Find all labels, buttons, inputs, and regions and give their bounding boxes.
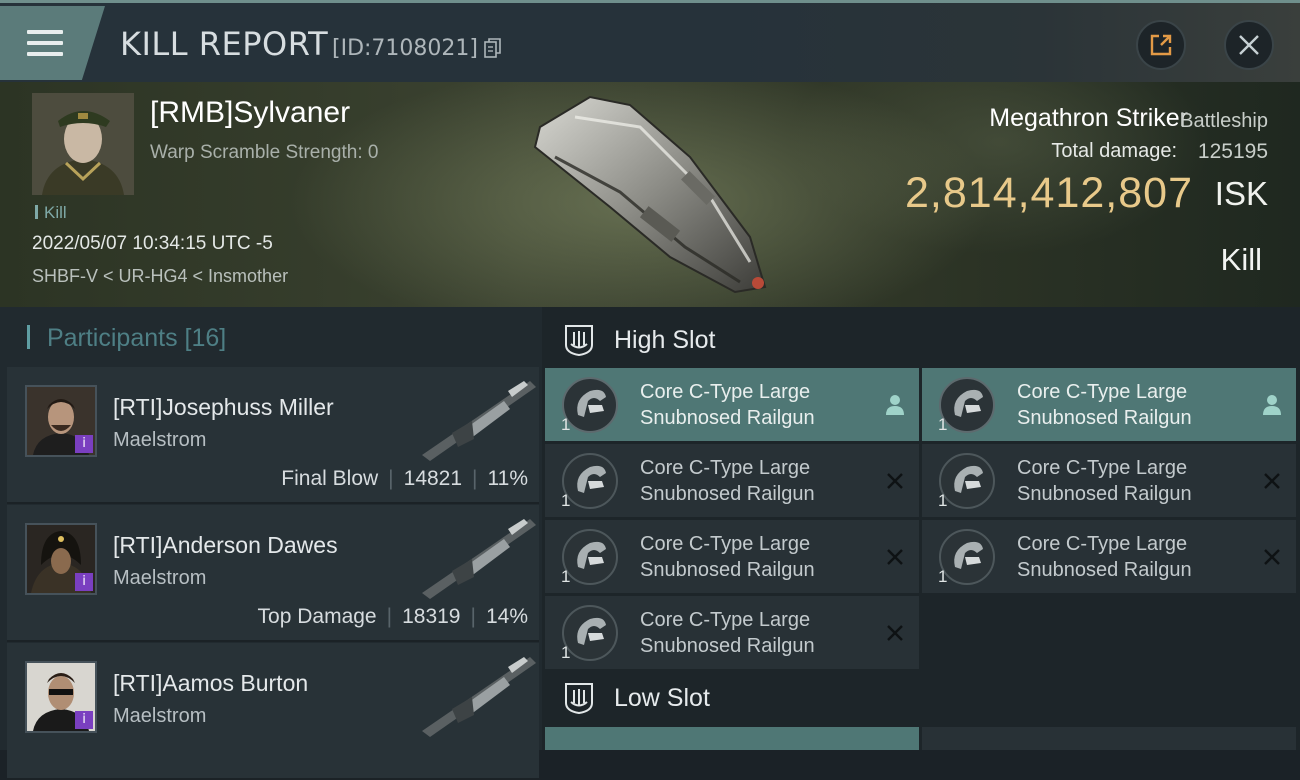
close-icon — [1239, 35, 1259, 55]
module-name: Core C-Type Large Snubnosed Railgun — [640, 609, 815, 657]
fitting-panel: High Slot 1 Core C-Type Large Snubnosed R… — [542, 307, 1300, 750]
share-button[interactable] — [1136, 20, 1186, 70]
menu-button[interactable] — [0, 6, 105, 80]
participant-stats: Top Damage | 18319 | 14% — [258, 605, 528, 629]
corp-badge-icon: i — [75, 711, 93, 729]
total-damage-label: Total damage: — [1051, 140, 1177, 162]
participant-row[interactable]: i [RTI]Josephuss Miller Maelstrom Final … — [7, 367, 539, 504]
participants-header: Participants [16] — [27, 324, 226, 353]
low-slot-title: Low Slot — [614, 683, 710, 712]
participant-name[interactable]: [RTI]Josephuss Miller — [113, 394, 334, 421]
module-slot[interactable]: 1 Core C-Type Large Snubnosed Railgun — [545, 368, 919, 441]
report-id: [ID:7108021] — [332, 36, 478, 61]
person-icon — [1263, 395, 1281, 415]
participant-percent: 14% — [485, 605, 528, 628]
participant-ship: Maelstrom — [113, 567, 207, 589]
module-name: Core C-Type Large Snubnosed Railgun — [640, 533, 815, 581]
high-slot-header: High Slot — [562, 315, 715, 365]
destroyed-x-icon — [887, 549, 903, 565]
warp-scramble-strength: Warp Scramble Strength: 0 — [150, 142, 379, 163]
destroyed-x-icon — [1264, 473, 1280, 489]
kill-datetime: 2022/05/07 10:34:15 UTC -5 — [32, 233, 273, 254]
module-quantity: 1 — [561, 567, 571, 586]
module-slot[interactable]: 1 Core C-Type Large Snubnosed Railgun — [922, 444, 1296, 517]
avatar[interactable]: i — [25, 661, 97, 733]
module-quantity: 1 — [561, 415, 571, 434]
module-slot[interactable]: 1 Core C-Type Large Snubnosed Railgun — [545, 520, 919, 593]
participant-name[interactable]: [RTI]Aamos Burton — [113, 670, 308, 697]
low-slot-header: Low Slot — [562, 673, 710, 723]
module-quantity: 1 — [561, 643, 571, 662]
high-slot-icon — [565, 325, 593, 357]
stat-separator: | — [472, 467, 478, 490]
copy-icon[interactable] — [484, 38, 502, 58]
victim-name[interactable]: [RMB]Sylvaner — [150, 96, 350, 130]
corp-badge-icon: i — [75, 435, 93, 453]
destroyed-x-icon — [1264, 549, 1280, 565]
avatar[interactable]: i — [25, 385, 97, 457]
page-title: KILL REPORT — [120, 25, 329, 63]
module-slot[interactable]: 1 Core C-Type Large Snubnosed Railgun — [922, 368, 1296, 441]
participant-role: Final Blow — [281, 467, 379, 490]
stat-separator: | — [388, 467, 394, 490]
module-name: Core C-Type Large Snubnosed Railgun — [1017, 533, 1192, 581]
victim-summary: [RMB]Sylvaner Warp Scramble Strength: 0 … — [0, 82, 1300, 307]
isk-unit: ISK — [1214, 175, 1268, 212]
module-quantity: 1 — [561, 491, 571, 510]
corp-badge-icon: i — [75, 573, 93, 591]
module-slot[interactable] — [545, 727, 919, 750]
module-slot[interactable]: 1 Core C-Type Large Snubnosed Railgun — [545, 596, 919, 669]
destroyed-x-icon — [887, 625, 903, 641]
ship-name[interactable]: Megathron Striker — [989, 104, 1188, 133]
module-slot[interactable]: 1 Core C-Type Large Snubnosed Railgun — [922, 520, 1296, 593]
weapon-icon — [422, 381, 536, 461]
title-bar: KILL REPORT [ID:7108021] — [0, 0, 1300, 82]
module-quantity: 1 — [938, 415, 948, 434]
module-name: Core C-Type Large Snubnosed Railgun — [1017, 457, 1192, 505]
close-button[interactable] — [1224, 20, 1274, 70]
share-icon — [1150, 34, 1172, 56]
participant-damage: 18319 — [402, 605, 461, 628]
stat-separator: | — [470, 605, 476, 628]
destroyed-x-icon — [887, 473, 903, 489]
participants-count: [16] — [184, 324, 227, 352]
participants-title: Participants — [46, 324, 178, 352]
module-quantity: 1 — [938, 567, 948, 586]
kill-result: Kill — [1220, 242, 1262, 277]
kill-location[interactable]: SHBF-V < UR-HG4 < Insmother — [32, 266, 288, 287]
kill-type-tag: Kill — [35, 203, 67, 223]
hamburger-menu-icon[interactable] — [27, 30, 63, 56]
low-slot-icon — [565, 683, 593, 715]
participant-percent: 11% — [487, 467, 528, 490]
module-name: Core C-Type Large Snubnosed Railgun — [640, 381, 815, 429]
isk-value: 2,814,412,807 — [905, 169, 1193, 217]
participant-ship: Maelstrom — [113, 705, 207, 727]
module-name: Core C-Type Large Snubnosed Railgun — [1017, 381, 1192, 429]
ship-class: Battleship — [1180, 110, 1268, 132]
module-name: Core C-Type Large Snubnosed Railgun — [640, 457, 815, 505]
ship-image[interactable] — [520, 87, 780, 302]
module-quantity: 1 — [938, 491, 948, 510]
participant-role: Top Damage — [257, 605, 377, 628]
high-slot-title: High Slot — [614, 325, 716, 354]
stat-separator: | — [386, 605, 393, 628]
participant-stats: Final Blow | 14821 | 11% — [281, 467, 528, 491]
module-slot[interactable]: 1 Core C-Type Large Snubnosed Railgun — [545, 444, 919, 517]
participant-ship: Maelstrom — [113, 429, 207, 451]
victim-portrait[interactable] — [32, 93, 134, 195]
participants-panel: Participants [16] i [RTI]Josephuss Mille… — [0, 307, 542, 780]
module-slot[interactable] — [922, 727, 1296, 750]
weapon-icon — [422, 519, 536, 599]
participant-row[interactable]: i [RTI]Aamos Burton Maelstrom — [7, 643, 539, 780]
total-damage-value: 125195 — [1197, 140, 1268, 163]
person-icon — [886, 395, 904, 415]
weapon-icon — [422, 657, 536, 737]
avatar[interactable]: i — [25, 523, 97, 595]
participant-row[interactable]: i [RTI]Anderson Dawes Maelstrom Top Dama… — [7, 505, 539, 642]
participant-name[interactable]: [RTI]Anderson Dawes — [113, 532, 338, 559]
participant-damage: 14821 — [403, 467, 463, 490]
